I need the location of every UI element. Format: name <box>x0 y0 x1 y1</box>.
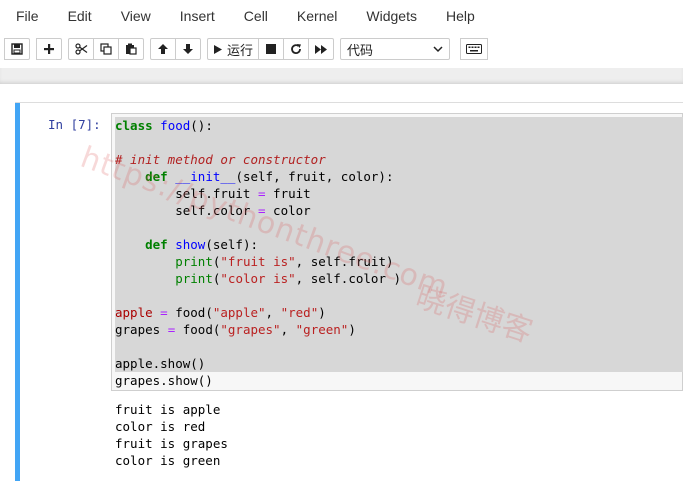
code-line: print("color is", self.color ) <box>115 270 683 287</box>
insert-group <box>36 38 62 60</box>
paste-icon <box>125 43 137 55</box>
input-prompt: In [7]: <box>48 117 101 132</box>
menu-view[interactable]: View <box>111 0 161 32</box>
code-cell[interactable]: In [7]: class food(): # init method or co… <box>15 102 683 481</box>
code-line <box>115 287 683 304</box>
copy-icon <box>100 43 112 55</box>
run-group: 运行 <box>207 38 335 60</box>
header-divider <box>0 68 683 84</box>
menu-cell[interactable]: Cell <box>234 0 278 32</box>
edit-group <box>68 38 144 60</box>
code-line <box>115 219 683 236</box>
cell-output: fruit is apple color is red fruit is grape… <box>115 401 228 469</box>
output-line: color is green <box>115 453 221 468</box>
scissors-icon <box>74 43 88 55</box>
restart-button[interactable] <box>283 38 310 60</box>
keyboard-icon <box>466 44 483 54</box>
save-icon <box>11 43 23 55</box>
cell-selection-bar <box>15 103 20 481</box>
output-line: fruit is apple <box>115 402 221 417</box>
arrow-down-icon <box>182 43 194 55</box>
chevron-down-icon <box>433 42 443 57</box>
menu-bar: File Edit View Insert Cell Kernel Widget… <box>0 0 683 32</box>
cell-type-select[interactable]: 代码 <box>340 38 451 60</box>
code-line: grapes = food("grapes", "green") <box>115 321 683 338</box>
code-line <box>115 338 683 355</box>
stop-icon <box>266 44 277 54</box>
code-line: class food(): <box>115 117 683 134</box>
menu-edit[interactable]: Edit <box>58 0 102 32</box>
menu-file[interactable]: File <box>6 0 49 32</box>
copy-button[interactable] <box>93 38 119 60</box>
toolbar: 运行 代码 <box>0 32 683 66</box>
arrow-up-icon <box>157 43 169 55</box>
output-line: color is red <box>115 419 206 434</box>
plus-icon <box>43 43 55 55</box>
menu-widgets[interactable]: Widgets <box>356 0 427 32</box>
code-line: self.fruit = fruit <box>115 185 683 202</box>
code-line: print("fruit is", self.fruit) <box>115 253 683 270</box>
move-down-button[interactable] <box>175 38 201 60</box>
fast-forward-icon <box>314 44 328 55</box>
code-editor[interactable]: class food(): # init method or constructo… <box>115 117 683 389</box>
restart-icon <box>290 43 302 55</box>
output-line: fruit is grapes <box>115 436 228 451</box>
move-group <box>150 38 201 60</box>
save-button[interactable] <box>4 38 30 60</box>
insert-cell-button[interactable] <box>36 38 62 60</box>
play-icon <box>213 44 223 55</box>
cut-button[interactable] <box>68 38 94 60</box>
menu-kernel[interactable]: Kernel <box>287 0 347 32</box>
move-up-button[interactable] <box>150 38 176 60</box>
code-line: apple = food("apple", "red") <box>115 304 683 321</box>
paste-button[interactable] <box>118 38 144 60</box>
code-line: # init method or constructor <box>115 151 683 168</box>
save-group <box>4 38 30 60</box>
code-line: def __init__(self, fruit, color): <box>115 168 683 185</box>
menu-help[interactable]: Help <box>436 0 485 32</box>
fast-forward-button[interactable] <box>308 38 335 60</box>
code-line: apple.show() <box>115 355 683 372</box>
code-line: def show(self): <box>115 236 683 253</box>
command-palette-button[interactable] <box>460 38 489 60</box>
menu-insert[interactable]: Insert <box>170 0 225 32</box>
code-line: self.color = color <box>115 202 683 219</box>
cell-type-value: 代码 <box>347 43 374 59</box>
code-line <box>115 134 683 151</box>
stop-button[interactable] <box>258 38 285 60</box>
run-button[interactable]: 运行 <box>207 38 260 60</box>
code-line: grapes.show() <box>115 373 213 388</box>
run-label: 运行 <box>227 43 254 59</box>
